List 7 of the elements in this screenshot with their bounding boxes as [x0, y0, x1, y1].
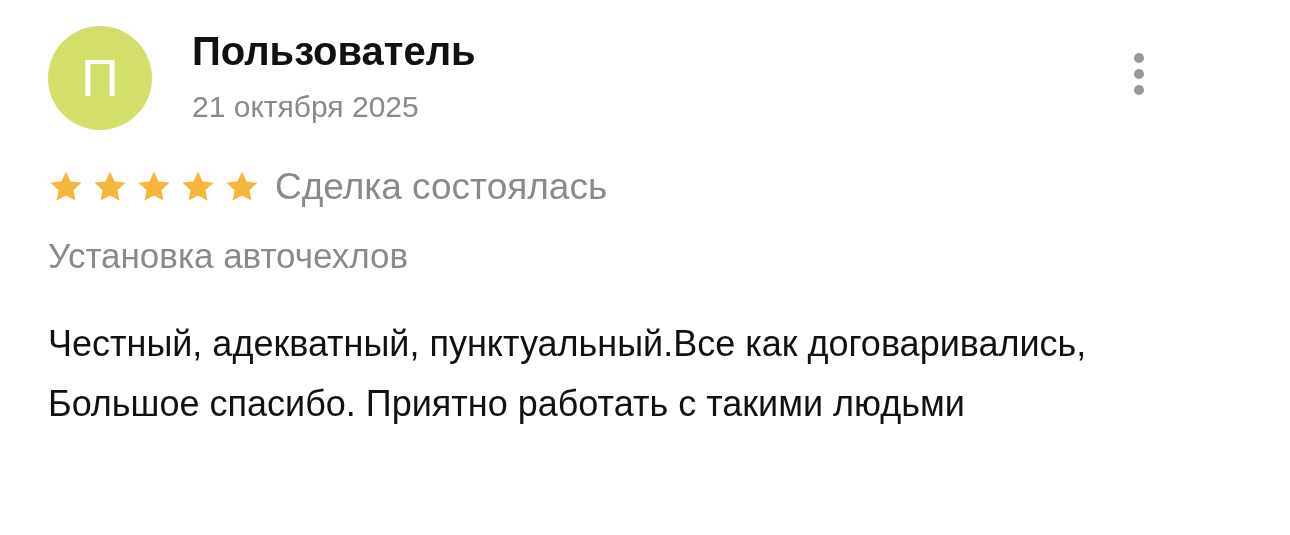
deal-status: Сделка состоялась	[275, 166, 608, 208]
avatar: П	[48, 26, 152, 130]
review-text: Честный, адекватный, пунктуальный.Все как договаривались, Большое спасибо. Приятно работать с такими людьми	[48, 322, 1088, 426]
more-options-icon[interactable]	[1132, 52, 1146, 96]
service-name: Установка авточехлов	[48, 236, 409, 276]
review-date: 21 октября 2025	[192, 90, 420, 124]
author-name: Пользователь	[192, 28, 477, 74]
